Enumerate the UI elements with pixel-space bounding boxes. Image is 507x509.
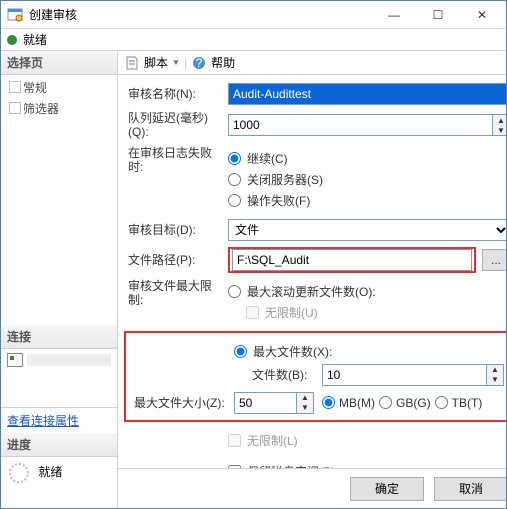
connection-header: 连接 xyxy=(1,325,117,349)
size-gb-radio[interactable] xyxy=(379,396,392,409)
filepath-highlight xyxy=(228,247,476,273)
dialog-footer: 确定 取消 xyxy=(118,468,506,508)
view-conn-props-link[interactable]: 查看连接属性 xyxy=(1,408,85,433)
select-page-tree: 常规 筛选器 xyxy=(1,75,117,325)
onfail-continue-radio[interactable] xyxy=(228,152,241,165)
status-dot-icon xyxy=(7,35,17,45)
script-icon xyxy=(124,55,140,71)
ready-bar: 就绪 xyxy=(1,29,506,51)
status-text: 就绪 xyxy=(23,31,47,48)
queue-delay-label: 队列延迟(毫秒)(Q): xyxy=(128,111,228,140)
filecount-spinner[interactable]: ▲▼ xyxy=(486,364,504,386)
help-icon: ? xyxy=(191,55,207,71)
onfail-label: 在审核日志失败时: xyxy=(128,146,228,175)
connection-name xyxy=(27,354,111,366)
progress-text: 就绪 xyxy=(38,465,62,479)
progress-header: 进度 xyxy=(1,433,117,457)
maxfiles-highlight: 最大文件数(X): 文件数(B): ▲▼ 最大文件大小(Z): xyxy=(124,331,506,422)
close-button[interactable]: ✕ xyxy=(460,1,504,29)
audit-name-label: 审核名称(N): xyxy=(128,87,228,101)
ok-button[interactable]: 确定 xyxy=(350,477,424,501)
size-mb-radio[interactable] xyxy=(322,396,335,409)
filepath-input[interactable] xyxy=(232,249,472,271)
server-icon xyxy=(7,353,23,367)
onfail-shutdown-radio[interactable] xyxy=(228,173,241,186)
window-controls: — ☐ ✕ xyxy=(372,1,504,29)
maxsize-input[interactable] xyxy=(234,392,296,414)
dialog-body: 选择页 常规 筛选器 连接 查看连接属性 进度 就绪 xyxy=(1,51,506,508)
queue-delay-input[interactable] xyxy=(228,114,492,136)
maxroll-radio[interactable] xyxy=(228,285,241,298)
toolbar: 脚本 ▼ | ? 帮助 xyxy=(118,51,506,75)
select-page-header: 选择页 xyxy=(1,51,117,75)
browse-button[interactable]: ... xyxy=(482,249,506,271)
filepath-label: 文件路径(P): xyxy=(128,253,228,267)
tree-filter[interactable]: 筛选器 xyxy=(5,98,113,119)
target-select[interactable]: 文件 xyxy=(228,219,506,241)
cancel-button[interactable]: 取消 xyxy=(434,477,506,501)
help-button[interactable]: 帮助 xyxy=(211,54,235,71)
maximize-button[interactable]: ☐ xyxy=(416,1,460,29)
left-column: 选择页 常规 筛选器 连接 查看连接属性 进度 就绪 xyxy=(1,51,118,508)
maxlimit-label: 审核文件最大限制: xyxy=(128,279,228,308)
app-icon xyxy=(7,7,23,23)
tree-general[interactable]: 常规 xyxy=(5,77,113,98)
script-button[interactable]: 脚本 xyxy=(144,54,168,71)
filecount-label: 文件数(B): xyxy=(252,366,322,383)
queue-delay-spinner[interactable]: ▲▼ xyxy=(492,114,506,136)
audit-name-input[interactable] xyxy=(228,83,506,105)
onfail-failop-radio[interactable] xyxy=(228,194,241,207)
window-title: 创建审核 xyxy=(29,6,372,23)
filecount-input[interactable] xyxy=(322,364,486,386)
titlebar: 创建审核 — ☐ ✕ xyxy=(1,1,506,29)
size-tb-radio[interactable] xyxy=(435,396,448,409)
connection-panel xyxy=(1,349,117,407)
svg-text:?: ? xyxy=(196,56,203,70)
dialog-window: 创建审核 — ☐ ✕ 就绪 选择页 常规 筛选器 连接 查看连接 xyxy=(0,0,507,509)
progress-panel: 就绪 xyxy=(1,457,117,508)
maxfiles-radio[interactable] xyxy=(234,345,247,358)
maxsize-spinner[interactable]: ▲▼ xyxy=(296,392,314,414)
right-column: 脚本 ▼ | ? 帮助 审核名称(N): 队列延迟(毫秒)(Q): ▲▼ xyxy=(118,51,506,508)
nolimit2-check xyxy=(228,434,241,447)
connection-item[interactable] xyxy=(5,351,113,369)
nolimit1-check xyxy=(246,306,259,319)
conn-links: 查看连接属性 xyxy=(1,407,117,433)
form-area: 审核名称(N): 队列延迟(毫秒)(Q): ▲▼ 在审核日志失败时: 继续(C)… xyxy=(118,75,506,468)
maxsize-label: 最大文件大小(Z): xyxy=(134,396,234,410)
target-label: 审核目标(D): xyxy=(128,223,228,237)
script-dropdown[interactable]: ▼ xyxy=(172,58,180,67)
progress-spinner-icon xyxy=(9,463,29,483)
minimize-button[interactable]: — xyxy=(372,1,416,29)
